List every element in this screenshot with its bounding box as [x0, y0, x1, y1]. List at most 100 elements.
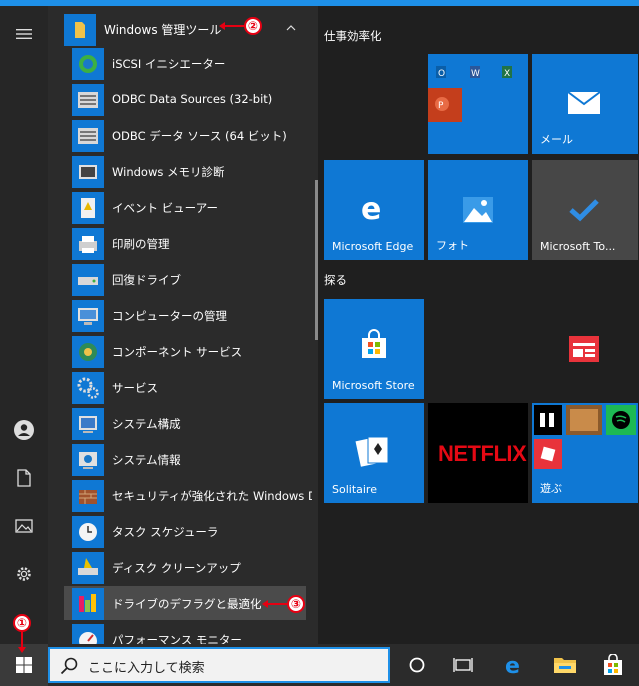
- dolby-icon: [534, 405, 562, 435]
- tile-microsoft-todo[interactable]: Microsoft To...: [532, 160, 638, 260]
- system-config-icon: [72, 408, 104, 440]
- word-icon: W: [468, 62, 488, 82]
- list-item-computer-management[interactable]: コンピューターの管理: [64, 298, 306, 332]
- callout-arrow-2: [219, 22, 245, 30]
- group-windows-admin-tools[interactable]: Windows 管理ツール: [48, 12, 310, 46]
- defrag-icon: [72, 588, 104, 620]
- documents-button[interactable]: [0, 458, 48, 498]
- list-item-odbc-32[interactable]: ODBC Data Sources (32-bit): [64, 82, 306, 116]
- odbc-icon: [72, 84, 104, 116]
- list-item-label: サービス: [112, 381, 158, 395]
- document-icon: [17, 469, 31, 487]
- list-item-system-configuration[interactable]: システム構成: [64, 406, 306, 440]
- gear-icon: [17, 567, 31, 581]
- netflix-logo: NETFLIX: [438, 441, 527, 466]
- excel-icon: X: [500, 62, 520, 82]
- list-item-label: ディスク クリーンアップ: [112, 561, 241, 575]
- odbc-icon: [72, 120, 104, 152]
- tile-label: メール: [540, 133, 573, 146]
- disk-cleanup-icon: [72, 552, 104, 584]
- tile-microsoft-edge[interactable]: e Microsoft Edge: [324, 160, 424, 260]
- list-item-label: パフォーマンス モニター: [112, 633, 242, 644]
- photos-icon: [463, 197, 493, 223]
- callout-1: ①: [13, 614, 31, 632]
- game-art-icon: [566, 405, 602, 435]
- start-rail: [0, 6, 48, 644]
- list-item-system-information[interactable]: システム情報: [64, 442, 306, 476]
- services-gear-icon: [72, 372, 104, 404]
- tile-mail[interactable]: メール: [532, 54, 638, 154]
- list-item-event-viewer[interactable]: イベント ビューアー: [64, 190, 306, 224]
- tile-news[interactable]: [532, 299, 638, 399]
- list-item-label: システム構成: [112, 417, 181, 431]
- account-button[interactable]: [0, 410, 48, 450]
- list-item-print-management[interactable]: 印刷の管理: [64, 226, 306, 260]
- store-bag-icon: [604, 654, 622, 675]
- list-item-iscsi[interactable]: iSCSI イニシエーター: [64, 46, 306, 80]
- store-bag-icon: [362, 329, 386, 358]
- component-services-icon: [72, 336, 104, 368]
- list-item-performance-monitor[interactable]: パフォーマンス モニター: [64, 622, 306, 644]
- list-item-recovery-drive[interactable]: 回復ドライブ: [64, 262, 306, 296]
- search-icon: [60, 657, 78, 675]
- taskbar-search[interactable]: ここに入力して検索: [48, 647, 390, 683]
- tile-microsoft-store[interactable]: Microsoft Store: [324, 299, 424, 399]
- taskbar-store[interactable]: [596, 650, 630, 680]
- svg-text:e: e: [361, 192, 381, 224]
- list-item-label: セキュリティが強化された Windows De...: [112, 489, 312, 503]
- windows-logo-icon: [16, 657, 32, 673]
- tile-label: Solitaire: [332, 483, 377, 496]
- list-item-memory-diagnostic[interactable]: Windows メモリ診断: [64, 154, 306, 188]
- taskbar: ここに入力して検索 e: [0, 644, 639, 686]
- hamburger-icon: [16, 29, 32, 39]
- tile-netflix[interactable]: NETFLIX: [428, 403, 528, 503]
- tile-solitaire[interactable]: Solitaire: [324, 403, 424, 503]
- list-item-label: タスク スケジューラ: [112, 525, 219, 539]
- spotify-icon: [606, 405, 636, 435]
- memory-icon: [72, 156, 104, 188]
- list-item-task-scheduler[interactable]: タスク スケジューラ: [64, 514, 306, 548]
- user-icon: [14, 420, 34, 440]
- picture-icon: [15, 519, 33, 533]
- search-input[interactable]: ここに入力して検索: [88, 657, 205, 676]
- settings-button[interactable]: [0, 554, 48, 594]
- callout-2: ②: [244, 17, 262, 35]
- firewall-icon: [72, 480, 104, 512]
- task-view-icon: [453, 658, 473, 672]
- cortana-button[interactable]: [400, 652, 434, 678]
- folder-icon: [554, 658, 576, 673]
- list-item-windows-defender-firewall[interactable]: セキュリティが強化された Windows De...: [64, 478, 312, 512]
- todo-check-icon: [569, 199, 599, 222]
- computer-management-icon: [72, 300, 104, 332]
- list-item-label: Windows メモリ診断: [112, 165, 225, 179]
- group-header-label: Windows 管理ツール: [104, 23, 222, 37]
- svg-text:P: P: [438, 101, 444, 111]
- chevron-up-icon[interactable]: [286, 24, 296, 31]
- list-item-services[interactable]: サービス: [64, 370, 306, 404]
- list-item-disk-cleanup[interactable]: ディスク クリーンアップ: [64, 550, 306, 584]
- tile-area: 仕事効率化 O W X P メール e Microsoft Edge フォト M…: [318, 6, 639, 644]
- list-item-label: 回復ドライブ: [112, 273, 181, 287]
- tile-play-group[interactable]: 遊ぶ: [532, 403, 638, 503]
- list-item-label: 印刷の管理: [112, 237, 170, 251]
- cortana-icon: [409, 657, 425, 673]
- list-item-label: ODBC Data Sources (32-bit): [112, 92, 273, 106]
- hamburger-menu-button[interactable]: [0, 14, 48, 54]
- callout-arrow-1: [18, 632, 26, 653]
- list-item-label: システム情報: [112, 453, 181, 467]
- list-item-odbc-64[interactable]: ODBC データ ソース (64 ビット): [64, 118, 306, 152]
- tile-photos[interactable]: フォト: [428, 160, 528, 260]
- tile-office-group[interactable]: O W X P: [428, 54, 528, 154]
- app-list: Windows 管理ツール iSCSI イニシエーター ODBC Data So…: [48, 6, 318, 644]
- list-item-component-services[interactable]: コンポーネント サービス: [64, 334, 306, 368]
- roblox-icon: [534, 439, 562, 469]
- list-item-label: コンポーネント サービス: [112, 345, 243, 359]
- iscsi-icon: [72, 48, 104, 80]
- pictures-button[interactable]: [0, 506, 48, 546]
- taskbar-file-explorer[interactable]: [548, 650, 582, 680]
- taskbar-edge[interactable]: e: [498, 650, 532, 680]
- task-view-button[interactable]: [446, 652, 480, 678]
- event-viewer-icon: [72, 192, 104, 224]
- list-item-label: iSCSI イニシエーター: [112, 57, 226, 71]
- tile-label: Microsoft Edge: [332, 240, 414, 253]
